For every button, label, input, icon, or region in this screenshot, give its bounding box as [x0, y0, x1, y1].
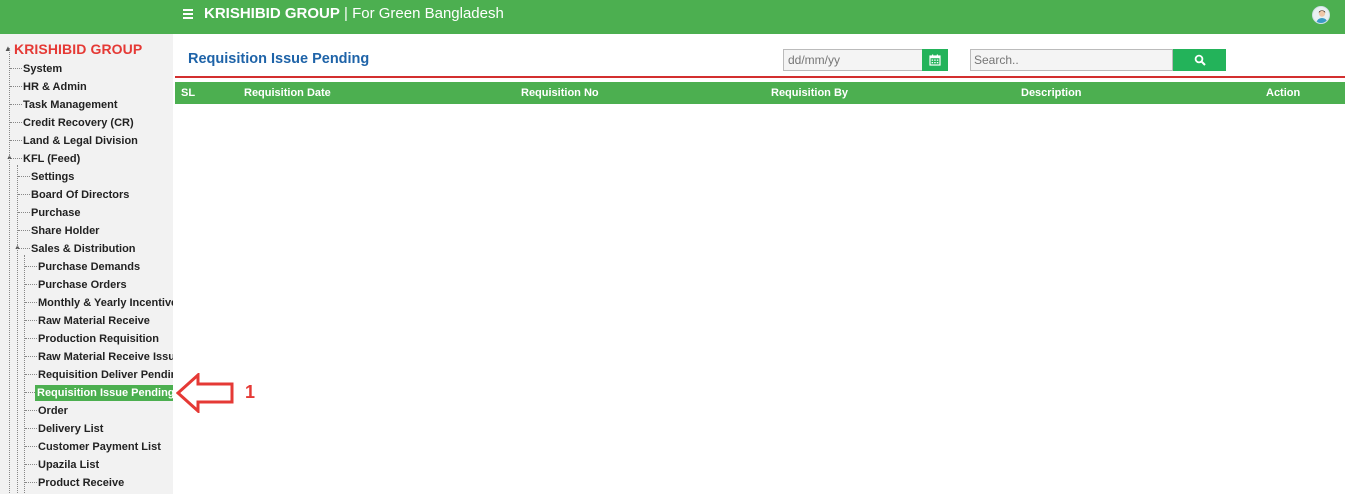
calendar-icon [929, 54, 941, 66]
tree-connector [25, 374, 37, 375]
tree-connector [25, 482, 37, 483]
tree-connector [18, 176, 30, 177]
tree-root-label: KRISHIBID GROUP [14, 41, 143, 57]
annotation-number: 1 [245, 382, 256, 402]
sidebar-item-monthly-and-yearly-incentive[interactable]: Monthly & Yearly Incentive [38, 295, 173, 311]
column-header-sl[interactable]: SL [181, 87, 195, 99]
calendar-button[interactable] [922, 49, 948, 71]
tree-connector [18, 194, 30, 195]
tree-connector [10, 122, 22, 123]
user-avatar[interactable] [1312, 6, 1330, 24]
sidebar-item-requisition-deliver-pending[interactable]: Requisition Deliver Pending [38, 367, 173, 383]
brand-name: KRISHIBID GROUP [204, 5, 340, 22]
title-divider [175, 76, 1345, 78]
tree-connector [25, 446, 37, 447]
app-brand: KRISHIBID GROUP | For Green Bangladesh [204, 5, 504, 22]
sidebar-item-task-management[interactable]: Task Management [23, 97, 118, 113]
tree-connector [25, 356, 37, 357]
brand-separator: | [339, 5, 353, 22]
page-title: Requisition Issue Pending [188, 51, 370, 67]
sidebar-item-raw-material-receive[interactable]: Raw Material Receive [38, 313, 150, 329]
tree-connector [25, 464, 37, 465]
search-input[interactable] [970, 49, 1173, 71]
column-header-action[interactable]: Action [1266, 87, 1300, 99]
date-input[interactable] [783, 49, 923, 71]
column-header-requisition-no[interactable]: Requisition No [521, 87, 599, 99]
sidebar-tree: ▲ KRISHIBID GROUP System HR & Admin Task Ma… [0, 34, 173, 494]
tree-connector [25, 428, 37, 429]
sidebar-item-product-receive[interactable]: Product Receive [38, 475, 124, 491]
sidebar-item-board-of-directors[interactable]: Board Of Directors [31, 187, 129, 203]
tree-connector [18, 230, 30, 231]
sidebar-item-upazila-list[interactable]: Upazila List [38, 457, 99, 473]
search-icon [1194, 54, 1206, 66]
tree-connector [18, 212, 30, 213]
sidebar-item-land-and-legal-division[interactable]: Land & Legal Division [23, 133, 138, 149]
tree-connector [10, 104, 22, 105]
sidebar-item-raw-material-receive-issue[interactable]: Raw Material Receive Issue [38, 349, 173, 365]
sidebar-item-purchase-orders[interactable]: Purchase Orders [38, 277, 127, 293]
sidebar-item-settings[interactable]: Settings [31, 169, 74, 185]
tree-connector [25, 320, 37, 321]
sidebar-item-customer-payment-list[interactable]: Customer Payment List [38, 439, 161, 455]
tree-vertical-line [24, 255, 25, 494]
sidebar-item-order[interactable]: Order [38, 403, 68, 419]
tree-vertical-line [17, 165, 18, 494]
sidebar-item-sales-and-distribution[interactable]: Sales & Distribution [31, 241, 136, 257]
search-button[interactable] [1173, 49, 1226, 71]
sidebar-item-requisition-issue-pending[interactable]: Requisition Issue Pending [35, 385, 173, 401]
sidebar-item-production-requisition[interactable]: Production Requisition [38, 331, 159, 347]
tree-root[interactable]: ▲ KRISHIBID GROUP [4, 41, 142, 59]
tree-vertical-line [9, 48, 10, 494]
top-bar: KRISHIBID GROUP | For Green Bangladesh [0, 0, 1345, 34]
tree-connector [25, 410, 37, 411]
hamburger-menu-icon[interactable] [183, 8, 195, 20]
brand-tagline: For Green Bangladesh [352, 5, 504, 22]
sidebar-item-delivery-list[interactable]: Delivery List [38, 421, 103, 437]
tree-connector [10, 68, 22, 69]
annotation-arrow-icon [176, 373, 234, 413]
sidebar-item-kfl-feed[interactable]: KFL (Feed) [23, 151, 80, 167]
sidebar-item-credit-recovery-cr[interactable]: Credit Recovery (CR) [23, 115, 134, 131]
column-header-requisition-by[interactable]: Requisition By [771, 87, 848, 99]
column-header-description[interactable]: Description [1021, 87, 1082, 99]
sidebar-item-purchase[interactable]: Purchase [31, 205, 81, 221]
sidebar-item-share-holder[interactable]: Share Holder [31, 223, 99, 239]
tree-connector [25, 302, 37, 303]
sidebar-item-system[interactable]: System [23, 61, 62, 77]
tree-connector [25, 284, 37, 285]
tree-connector [10, 86, 22, 87]
sidebar-item-hr-and-admin[interactable]: HR & Admin [23, 79, 87, 95]
tree-connector [10, 140, 22, 141]
tree-connector [25, 266, 37, 267]
tree-connector [25, 338, 37, 339]
column-header-requisition-date[interactable]: Requisition Date [244, 87, 331, 99]
table-header-row: SL Requisition Date Requisition No Requi… [175, 82, 1345, 104]
sidebar-item-purchase-demands[interactable]: Purchase Demands [38, 259, 140, 275]
